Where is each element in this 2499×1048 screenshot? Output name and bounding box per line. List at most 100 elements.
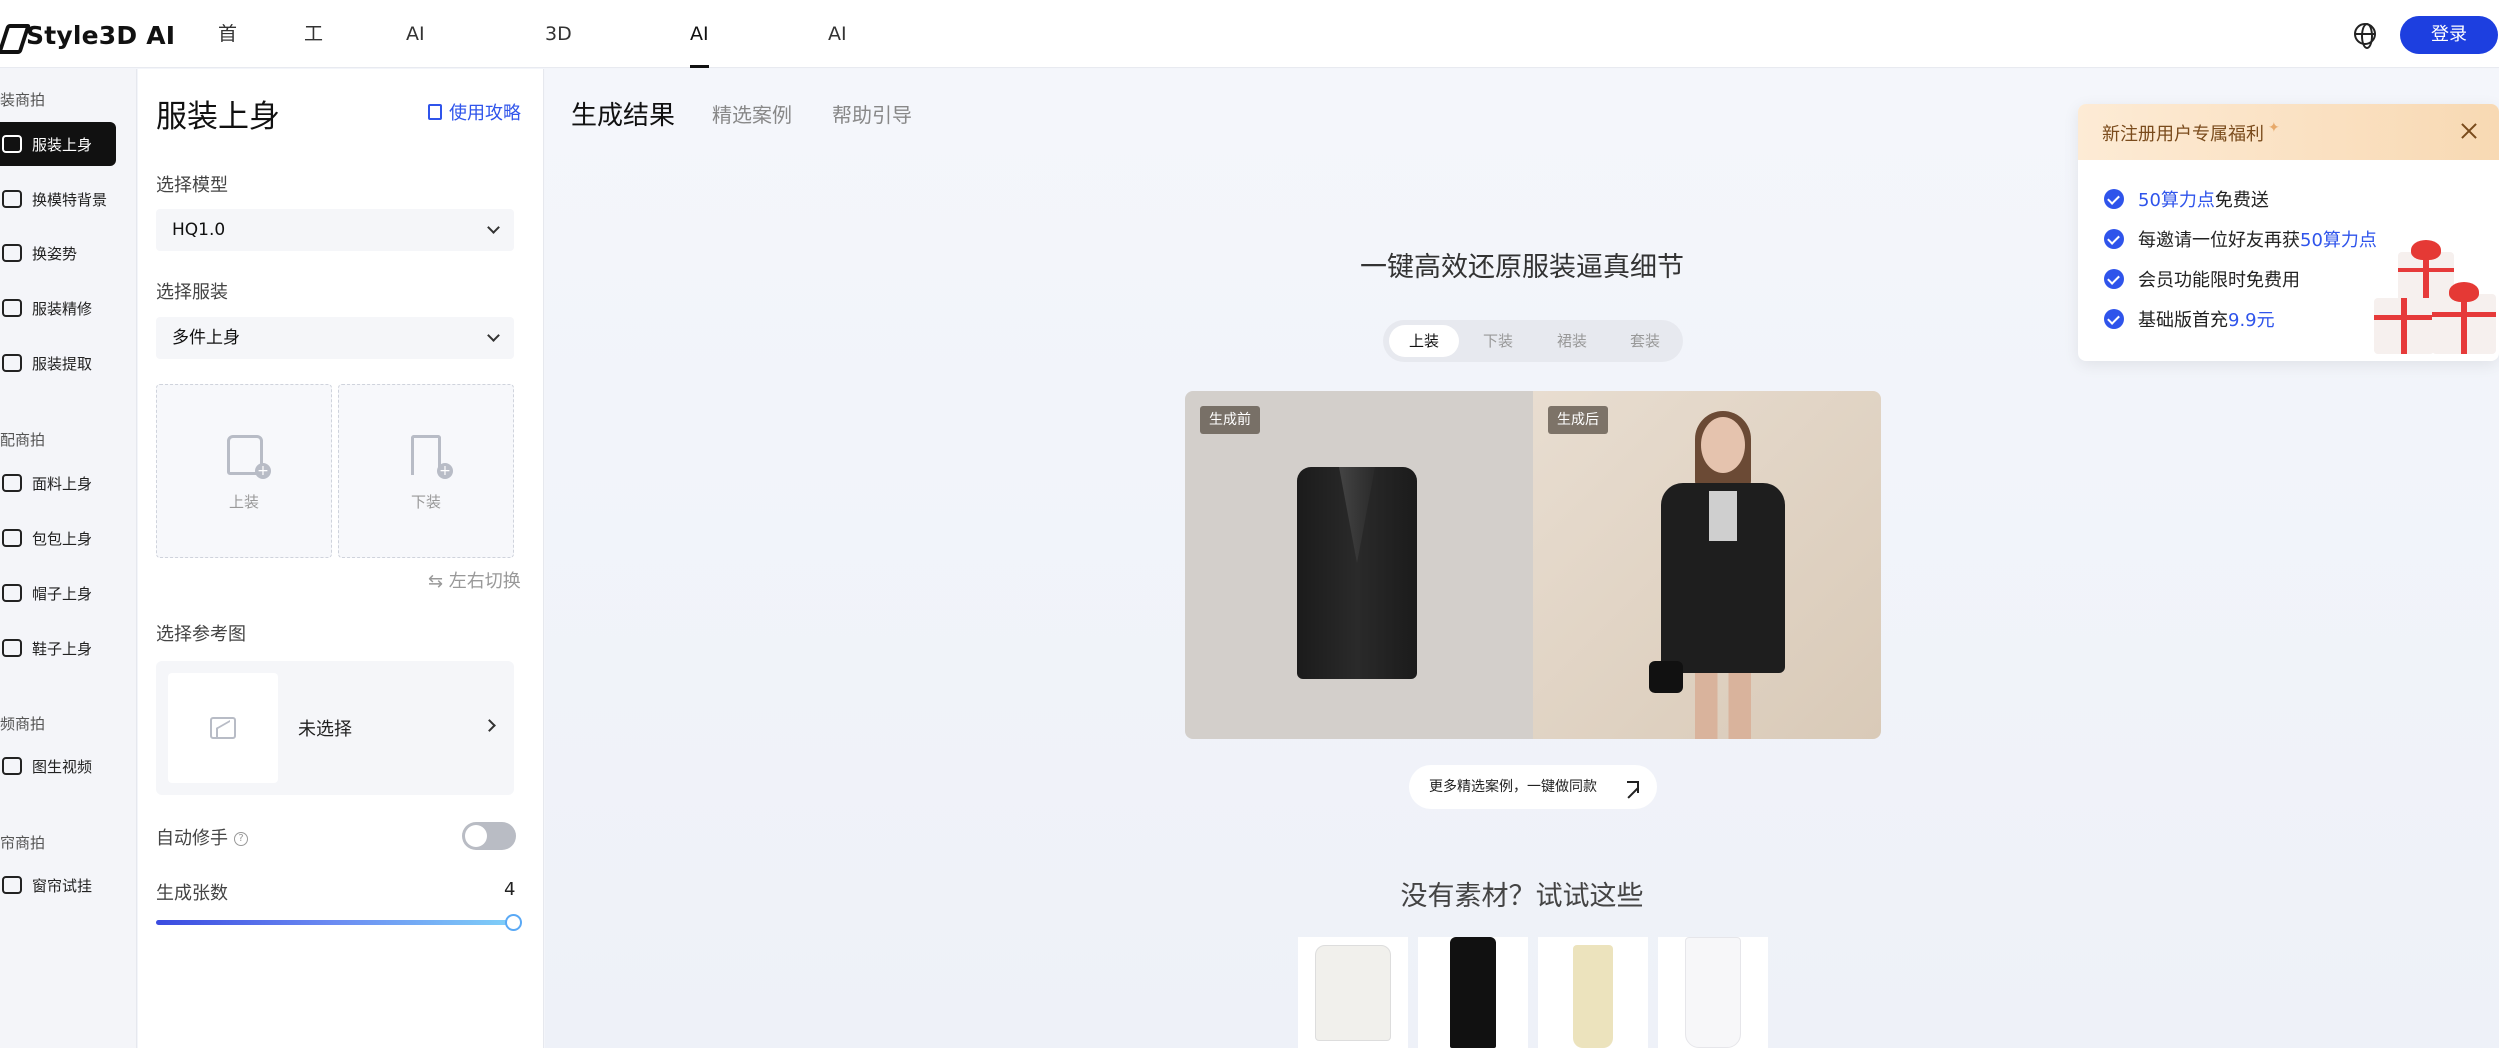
sidebar-item-label: 换模特背景 (32, 190, 108, 209)
sidebar-item-garment-on-model[interactable]: 服装上身 (0, 122, 116, 166)
chevron-down-icon (487, 221, 500, 234)
sidebar-item-label: 面料上身 (32, 474, 93, 493)
before-tag: 生成前 (1200, 406, 1260, 434)
image-count-value: 4 (504, 879, 516, 900)
sample-garment-white-dress[interactable] (1658, 937, 1768, 1048)
promo-header: 新注册用户专属福利 ✦ (2078, 104, 2499, 160)
sidebar-item-curtain[interactable]: 窗帘试挂 (0, 863, 116, 907)
promo-title: 新注册用户专属福利 ✦ (2102, 120, 2280, 146)
sidebar-item-garment-retouch[interactable]: 服装精修 (0, 286, 116, 330)
login-button[interactable]: 登录 (2400, 16, 2498, 54)
nav-item-studio[interactable]: 工作室 (304, 0, 323, 181)
auto-fix-hands-toggle[interactable] (462, 822, 516, 850)
image-count-slider-handle[interactable] (505, 914, 522, 931)
swap-left-right-button[interactable]: ⇆ 左右切换 (428, 567, 521, 593)
segment-top[interactable]: 上装 (1389, 325, 1459, 357)
more-cases-button[interactable]: 更多精选案例，一键做同款 (1409, 765, 1657, 809)
promo-perk: 每邀请一位好友再获 50算力点 (2104, 226, 2377, 252)
tab-help-guide[interactable]: 帮助引导 (832, 99, 912, 128)
model-wearing-blazer-image (1643, 411, 1803, 739)
segment-dress[interactable]: 裙装 (1537, 325, 1607, 357)
style3d-logo-icon (0, 20, 22, 50)
fabric-icon (2, 474, 22, 492)
category-heading: 帘商拍 (0, 834, 46, 852)
reference-image-picker[interactable]: 未选择 (156, 661, 514, 795)
sidebar-item-hat[interactable]: 帽子上身 (0, 571, 116, 615)
video-icon (2, 757, 22, 775)
settings-panel: 服装上身 使用攻略 选择模型 HQ1.0 选择服装 多件上身 + 上装 + 下装… (138, 69, 544, 1048)
bag-icon (2, 529, 22, 547)
sample-garment-white-jacket[interactable] (1298, 937, 1408, 1048)
usage-guide-link[interactable]: 使用攻略 (428, 99, 521, 125)
auto-fix-hands-label: 自动修手? (156, 824, 248, 850)
upload-top-garment[interactable]: + 上装 (156, 384, 332, 558)
nav-item-ai-tools[interactable]: AI工具箱 (828, 0, 847, 249)
sidebar-item-fabric[interactable]: 面料上身 (0, 461, 116, 505)
garment-select[interactable]: 多件上身 (156, 317, 514, 359)
nav-item-ai-creative[interactable]: AI创意设计 (406, 0, 425, 317)
sample-garment-yellow-slip-dress[interactable] (1538, 937, 1648, 1048)
before-image: 生成前 (1185, 391, 1533, 739)
shirt-icon (2, 135, 22, 153)
reference-label: 选择参考图 (156, 624, 246, 645)
sidebar-item-label: 服装精修 (32, 299, 93, 318)
upload-bottom-label: 下装 (410, 493, 441, 511)
nav-item-3d-design[interactable]: 3D精准设计 (545, 0, 572, 317)
segment-bottom[interactable]: 下装 (1463, 325, 1533, 357)
sidebar-item-label: 窗帘试挂 (32, 876, 93, 895)
segment-set[interactable]: 套装 (1610, 325, 1680, 357)
auto-fix-hands-text: 自动修手 (156, 828, 228, 849)
perk-text: 免费送 (2214, 190, 2269, 211)
model-label: 选择模型 (156, 175, 228, 196)
image-count-slider-track[interactable] (156, 920, 514, 925)
perk-text: 基础版首充 (2138, 310, 2228, 331)
perk-text: 每邀请一位好友再获 (2138, 230, 2300, 251)
garment-select-value: 多件上身 (172, 328, 240, 348)
before-after-comparison: 生成前 生成后 (1185, 391, 1881, 739)
logo-text: Style3D AI (26, 20, 176, 50)
nav-item-home[interactable]: 首页 (218, 0, 237, 113)
category-heading: 配商拍 (0, 431, 46, 449)
book-icon (428, 104, 442, 120)
curtain-icon (2, 876, 22, 894)
sidebar-item-label: 换姿势 (32, 244, 78, 263)
sidebar-item-change-pose[interactable]: 换姿势 (0, 231, 116, 275)
sidebar-item-label: 鞋子上身 (32, 639, 93, 658)
sidebar-item-label: 包包上身 (32, 529, 93, 548)
sample-heading: 没有素材？试试这些 (1400, 881, 1644, 912)
sidebar-item-shoes[interactable]: 鞋子上身 (0, 626, 116, 670)
sample-garment-black-dress[interactable] (1418, 937, 1528, 1048)
sidebar-item-label: 服装上身 (32, 135, 93, 154)
tab-results[interactable]: 生成结果 (571, 95, 675, 132)
category-sidebar: 装商拍 服装上身 换模特背景 换姿势 服装精修 服装提取 配商拍 面料上身 包包… (0, 69, 137, 1048)
tab-featured-cases[interactable]: 精选案例 (712, 99, 792, 128)
logo[interactable]: Style3D AI (0, 18, 175, 52)
perk-highlight: 9.9元 (2228, 310, 2275, 331)
check-circle-icon (2104, 309, 2124, 329)
image-count-label: 生成张数 (156, 883, 228, 904)
sidebar-item-garment-extract[interactable]: 服装提取 (0, 341, 116, 385)
sidebar-item-bag[interactable]: 包包上身 (0, 516, 116, 560)
sidebar-item-image-to-video[interactable]: 图生视频 (0, 744, 116, 788)
retouch-icon (2, 299, 22, 317)
promo-perk: 50算力点 免费送 (2104, 186, 2269, 212)
chevron-down-icon (487, 329, 500, 342)
sidebar-item-change-background[interactable]: 换模特背景 (0, 177, 116, 221)
promo-perk: 基础版首充 9.9元 (2104, 306, 2275, 332)
close-icon[interactable] (2458, 120, 2480, 142)
upload-bottom-garment[interactable]: + 下装 (338, 384, 514, 558)
top-bar: Style3D AI 首页 工作室 AI创意设计 3D精准设计 AI智能商拍 A… (0, 0, 2499, 317)
nav-item-ai-photo[interactable]: AI智能商拍 (690, 0, 709, 317)
shoe-icon (2, 639, 22, 657)
gift-boxes-icon (2374, 228, 2499, 356)
help-icon[interactable]: ? (234, 832, 248, 846)
arrow-up-right-icon (1627, 781, 1639, 793)
usage-guide-label: 使用攻略 (449, 103, 521, 124)
language-globe-icon[interactable] (2354, 23, 2376, 49)
image-placeholder-icon (210, 717, 236, 739)
check-circle-icon (2104, 189, 2124, 209)
model-select[interactable]: HQ1.0 (156, 209, 514, 251)
perk-highlight: 50算力点 (2138, 190, 2215, 211)
scan-person-icon (2, 190, 22, 208)
extract-icon (2, 354, 22, 372)
